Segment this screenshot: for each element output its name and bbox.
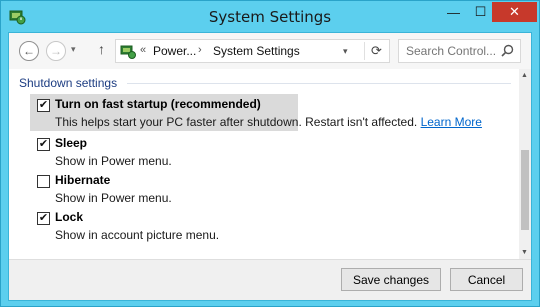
scroll-thumb[interactable] xyxy=(521,150,529,230)
sleep-checkbox[interactable]: ✔ xyxy=(37,138,50,151)
fast-startup-label[interactable]: Turn on fast startup (recommended) xyxy=(55,97,261,111)
vertical-scrollbar[interactable]: ▲ ▼ xyxy=(519,69,531,259)
section-heading: Shutdown settings xyxy=(19,76,118,90)
breadcrumb-overflow[interactable]: « xyxy=(140,44,146,56)
sleep-label[interactable]: Sleep xyxy=(55,136,87,150)
option-sleep: ✔ Sleep Show in Power menu. xyxy=(9,133,519,168)
up-button[interactable]: ↑ xyxy=(98,41,105,57)
search-input[interactable] xyxy=(399,40,499,62)
window-client: ← → ▾ ↑ « Power... › System Settings ▾ ⟳ xyxy=(8,32,532,301)
navigation-bar: ← → ▾ ↑ « Power... › System Settings ▾ ⟳ xyxy=(9,33,531,69)
search-icon[interactable] xyxy=(501,44,514,57)
title-bar[interactable]: System Settings — ☐ ✕ xyxy=(1,1,539,32)
breadcrumb-separator[interactable]: › xyxy=(198,44,202,56)
refresh-button[interactable]: ⟳ xyxy=(364,42,388,60)
section-divider xyxy=(127,83,511,84)
option-lock: ✔ Lock Show in account picture menu. xyxy=(9,207,519,242)
cancel-button[interactable]: Cancel xyxy=(450,268,523,291)
search-box[interactable] xyxy=(398,39,521,63)
fast-startup-description-text: This helps start your PC faster after sh… xyxy=(55,115,421,129)
button-footer: Save changes Cancel xyxy=(9,259,531,300)
minimize-button[interactable]: — xyxy=(440,2,467,22)
lock-checkbox[interactable]: ✔ xyxy=(37,212,50,225)
learn-more-link[interactable]: Learn More xyxy=(421,115,482,129)
fast-startup-checkbox[interactable]: ✔ xyxy=(37,99,50,112)
scroll-up-arrow[interactable]: ▲ xyxy=(521,72,528,79)
close-button[interactable]: ✕ xyxy=(492,2,537,22)
system-settings-window: System Settings — ☐ ✕ ← → ▾ ↑ « Power...… xyxy=(0,0,540,307)
breadcrumb-system-settings[interactable]: System Settings xyxy=(213,44,300,58)
settings-content: Shutdown settings ✔ Turn on fast startup… xyxy=(9,69,519,259)
sleep-description: Show in Power menu. xyxy=(55,154,172,168)
back-button[interactable]: ← xyxy=(19,41,39,61)
forward-button[interactable]: → xyxy=(46,41,66,61)
recent-locations-dropdown[interactable]: ▾ xyxy=(71,44,76,55)
scroll-down-arrow[interactable]: ▼ xyxy=(521,249,528,256)
maximize-button[interactable]: ☐ xyxy=(467,2,494,22)
address-bar[interactable]: « Power... › System Settings ▾ ⟳ xyxy=(115,39,390,63)
address-dropdown[interactable]: ▾ xyxy=(343,46,348,57)
breadcrumb-power[interactable]: Power... xyxy=(153,44,196,58)
hibernate-checkbox[interactable] xyxy=(37,175,50,188)
lock-description: Show in account picture menu. xyxy=(55,228,220,242)
fast-startup-description: This helps start your PC faster after sh… xyxy=(55,115,482,129)
hibernate-label[interactable]: Hibernate xyxy=(55,173,110,187)
hibernate-description: Show in Power menu. xyxy=(55,191,172,205)
option-hibernate: Hibernate Show in Power menu. xyxy=(9,170,519,205)
option-fast-startup: ✔ Turn on fast startup (recommended) Thi… xyxy=(9,94,519,134)
control-panel-icon xyxy=(120,45,136,59)
lock-label[interactable]: Lock xyxy=(55,210,83,224)
save-changes-button[interactable]: Save changes xyxy=(341,268,441,291)
